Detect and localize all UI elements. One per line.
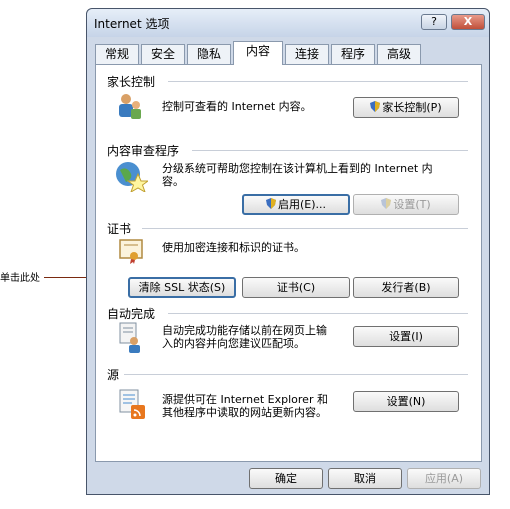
section-divider	[192, 150, 468, 151]
advisor-settings-button[interactable]: 设置(T)	[353, 194, 459, 215]
content-tab-panel: 家长控制 控制可查看的 Internet 内容。 家长控制(P) 内容审查程序 …	[95, 64, 482, 462]
shield-icon	[381, 198, 392, 209]
section-divider	[168, 313, 468, 314]
shield-icon	[265, 198, 276, 209]
feeds-description-line2: 其他程序中读取的网站更新内容。	[162, 406, 327, 419]
certificates-section-title: 证书	[107, 222, 132, 236]
feeds-icon	[119, 389, 145, 419]
tab-general[interactable]: 常规	[95, 44, 139, 64]
help-button[interactable]: ?	[421, 14, 447, 30]
publishers-button[interactable]: 发行者(B)	[353, 277, 459, 298]
tab-security[interactable]: 安全	[141, 44, 185, 64]
autocomplete-description-line2: 入的内容并向您建议匹配项。	[162, 337, 305, 350]
feeds-section-title: 源	[107, 368, 120, 382]
feeds-description-line1: 源提供可在 Internet Explorer 和	[162, 393, 328, 406]
section-divider	[142, 228, 468, 229]
enable-button[interactable]: 启用(E)...	[242, 194, 350, 215]
autocomplete-icon	[119, 322, 140, 353]
callout-label: 单击此处	[0, 273, 40, 284]
parental-controls-button-label: 家长控制(P)	[382, 101, 442, 114]
autocomplete-settings-button[interactable]: 设置(I)	[353, 326, 459, 347]
certificates-button[interactable]: 证书(C)	[242, 277, 350, 298]
advisor-description-line2: 容。	[162, 175, 184, 188]
certificates-description: 使用加密连接和标识的证书。	[162, 241, 305, 254]
tab-advanced[interactable]: 高级	[377, 44, 421, 64]
section-divider	[168, 81, 468, 82]
parental-description: 控制可查看的 Internet 内容。	[162, 100, 312, 113]
advisor-settings-button-label: 设置(T)	[393, 198, 431, 211]
tab-privacy[interactable]: 隐私	[187, 44, 231, 64]
advisor-description-line1: 分级系统可帮助您控制在该计算机上看到的 Internet 内	[162, 162, 433, 175]
parental-controls-button[interactable]: 家长控制(P)	[353, 97, 459, 118]
internet-options-dialog: Internet 选项 ? X 常规 安全 隐私 内容 连接 程序 高级 家长控…	[86, 8, 490, 495]
feeds-settings-button[interactable]: 设置(N)	[353, 391, 459, 412]
certificate-icon	[119, 239, 143, 264]
tab-programs[interactable]: 程序	[331, 44, 375, 64]
clear-ssl-state-button[interactable]: 清除 SSL 状态(S)	[128, 277, 236, 298]
section-divider	[124, 374, 468, 375]
content-advisor-icon	[116, 162, 148, 192]
parental-section-title: 家长控制	[107, 75, 156, 89]
dialog-title: Internet 选项	[94, 17, 170, 31]
title-bar[interactable]: Internet 选项 ? X	[87, 9, 489, 37]
apply-button[interactable]: 应用(A)	[407, 468, 481, 489]
enable-button-label: 启用(E)...	[277, 198, 327, 211]
tab-content[interactable]: 内容	[233, 41, 283, 65]
autocomplete-section-title: 自动完成	[107, 307, 156, 321]
close-button[interactable]: X	[451, 14, 485, 30]
autocomplete-description-line1: 自动完成功能存储以前在网页上输	[162, 324, 327, 337]
ok-button[interactable]: 确定	[249, 468, 323, 489]
cancel-button[interactable]: 取消	[328, 468, 402, 489]
parental-control-icon	[119, 94, 141, 119]
advisor-section-title: 内容审查程序	[107, 144, 180, 158]
shield-icon	[370, 101, 381, 112]
tab-connections[interactable]: 连接	[285, 44, 329, 64]
